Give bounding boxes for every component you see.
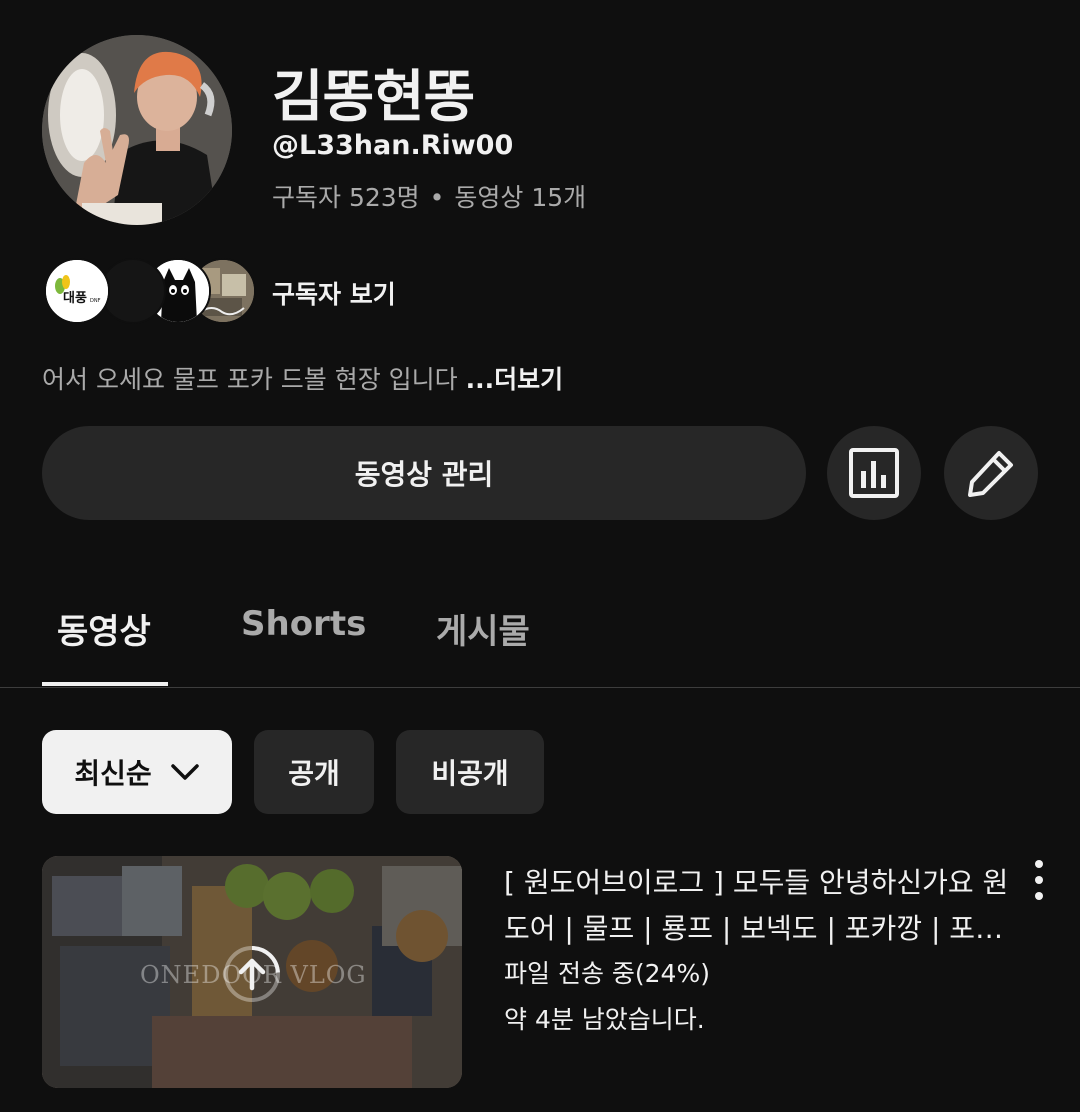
- upload-progress-icon: [224, 946, 280, 1002]
- channel-description[interactable]: 어서 오세요 물프 포카 드볼 현장 입니다 ...더보기: [42, 360, 563, 396]
- channel-handle: @L33han.Riw00: [272, 130, 514, 161]
- tab-videos[interactable]: 동영상: [57, 604, 151, 653]
- active-tab-indicator: [42, 682, 168, 686]
- svg-text:DNF: DNF: [90, 298, 101, 304]
- channel-name: 김똥현똥: [272, 65, 475, 130]
- analytics-button[interactable]: [827, 426, 921, 520]
- more-options-button[interactable]: [1022, 860, 1056, 900]
- filter-private-chip[interactable]: 비공개: [396, 730, 544, 814]
- description-text: 어서 오세요 물프 포카 드볼 현장 입니다: [42, 365, 458, 394]
- more-link[interactable]: ...더보기: [466, 365, 564, 394]
- subscriber-count: 구독자 523명: [272, 183, 420, 212]
- video-thumbnail[interactable]: ONEDOOR VLOG: [42, 856, 462, 1088]
- chevron-down-icon: [170, 762, 200, 782]
- view-subscribers-link[interactable]: 구독자 보기: [272, 275, 396, 311]
- tab-shorts[interactable]: Shorts: [241, 604, 366, 644]
- upload-time-remaining: 약 4분 남았습니다.: [504, 1005, 705, 1034]
- manage-videos-button[interactable]: 동영상 관리: [42, 426, 806, 520]
- more-vert-icon: [1035, 860, 1043, 868]
- filter-public-chip[interactable]: 공개: [254, 730, 374, 814]
- sort-dropdown[interactable]: 최신순: [42, 730, 232, 814]
- edit-channel-button[interactable]: [944, 426, 1038, 520]
- video-title[interactable]: [ 원도어브이로그 ] 모두들 안녕하신가요 원도어 | 물프 | 룡프 | 보…: [504, 860, 1009, 952]
- channel-avatar[interactable]: [42, 35, 232, 225]
- sort-label: 최신순: [74, 757, 152, 790]
- video-count: 동영상 15개: [454, 183, 587, 212]
- subscriber-avatar[interactable]: 대풍 DNF: [44, 258, 110, 324]
- svg-text:대풍: 대풍: [63, 291, 87, 306]
- stats-separator: •: [429, 183, 445, 212]
- upload-status: 파일 전송 중(24%): [504, 959, 710, 988]
- tabs-divider: [0, 687, 1080, 688]
- tab-posts[interactable]: 게시물: [436, 604, 530, 653]
- channel-stats: 구독자 523명 • 동영상 15개: [272, 178, 586, 214]
- analytics-icon: [849, 448, 899, 498]
- pencil-icon: [968, 451, 1013, 497]
